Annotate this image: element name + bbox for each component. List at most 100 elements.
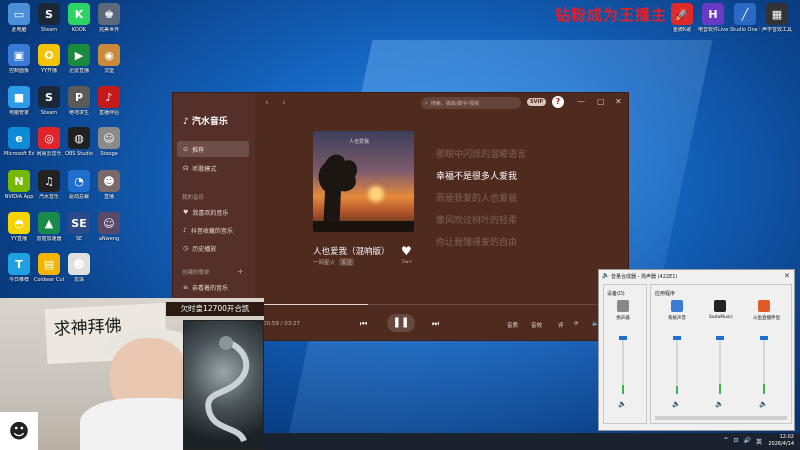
mixer-app: 斗鱼直播伴侣 [753, 300, 780, 321]
desktop-icon[interactable]: S Steam [34, 86, 64, 116]
progress-bar[interactable] [255, 304, 630, 305]
app-icon: ☻ [98, 170, 120, 192]
add-playlist-icon[interactable]: + [237, 267, 244, 276]
desktop-icon-label: 控制面板 [8, 68, 29, 74]
nav-douyin-music[interactable]: ♪ 抖音收藏的音乐 [177, 222, 249, 238]
nav-liked-music[interactable]: ♥ 我喜欢的音乐 [177, 204, 249, 220]
desktop-icon[interactable]: ◔ 驱动总裁 [64, 170, 94, 200]
desktop-icon[interactable]: ▣ 控制面板 [4, 44, 34, 74]
back-arrow-icon[interactable]: ‹ [265, 98, 269, 108]
help-icon[interactable]: ? [552, 96, 564, 108]
desktop-icon-label: 直播伴侣 [98, 110, 119, 116]
album-cover: 人也爱我 [313, 131, 414, 232]
desktop-icon[interactable]: P 绝地求生 [64, 86, 94, 116]
app-icon: ▲ [38, 212, 60, 234]
desktop-icon-label: Studio One 5 [730, 27, 760, 33]
desktop-icon[interactable]: ☺ Stooge [94, 127, 124, 157]
level-meter [676, 386, 678, 394]
loop-icon[interactable]: ⟳ [574, 321, 579, 327]
mixer-title: 音量合成器 - 扬声器 (422E1) [611, 274, 678, 280]
tray-ime-icon[interactable]: 英 [756, 437, 762, 446]
desktop-icon[interactable]: ▭ 此电脑 [4, 3, 34, 33]
app-icon: ╱ [734, 3, 756, 25]
nav-listen-mode[interactable]: ☊ 听歌模式 [177, 160, 249, 176]
search-placeholder: 搜索，歌曲/歌手/视频 [430, 100, 480, 107]
tray-volume-icon[interactable]: 🔊 [744, 437, 751, 446]
desktop-icon[interactable]: ◎ 网易云音乐 [34, 127, 64, 157]
desktop-icon[interactable]: ▤ Coldwar Cut [34, 253, 64, 283]
svip-badge[interactable]: SVIP [527, 98, 546, 106]
prev-icon[interactable]: ⏮ [360, 319, 367, 329]
like-count: 5w+ [402, 260, 413, 265]
desktop-icon[interactable]: ◍ OBS Studio [64, 127, 94, 157]
slider-knob[interactable] [673, 336, 681, 340]
quality-button[interactable]: 音质 [507, 321, 518, 329]
desktop-icon-label: 直播 [103, 194, 114, 200]
mute-speaker-icon[interactable]: 🔈 [715, 400, 724, 408]
desktop-icon[interactable]: ╱ Studio One 5 [730, 3, 760, 33]
maximize-icon[interactable]: ▢ [597, 97, 605, 106]
next-icon[interactable]: ⏭ [432, 319, 439, 329]
desktop-icon[interactable]: ♚ 完美世界 [94, 3, 124, 33]
mute-speaker-icon[interactable]: 🔈 [759, 400, 768, 408]
desktop-icon[interactable]: ☻ 龙珠 [64, 253, 94, 283]
volume-slider[interactable] [716, 336, 724, 394]
desktop-icon[interactable]: T 今日推荐 [4, 253, 34, 283]
desktop-icon-label: KOOK [71, 27, 87, 33]
volume-slider[interactable] [673, 336, 681, 394]
desktop-icon[interactable]: S Steam [34, 3, 64, 33]
desktop-icon[interactable]: ♪ 直播伴侣 [94, 86, 124, 116]
desktop-icon-label: SE [75, 236, 83, 242]
mixer-app-name: SodaMusic [709, 315, 734, 320]
slider-knob[interactable] [619, 336, 627, 340]
desktop-icon-label: 驱动总裁 [68, 194, 89, 200]
nav-playlist[interactable]: ≡ 亲看着的音乐 [177, 279, 249, 295]
mute-speaker-icon[interactable]: 🔈 [618, 400, 627, 408]
desktop-icon[interactable]: ▦ 声学音效工具箱 [762, 3, 792, 33]
desktop-icon[interactable]: ◓ YY直播 [4, 212, 34, 242]
nav-recommend[interactable]: ⊙ 推荐 [177, 141, 249, 157]
slider-knob[interactable] [760, 336, 768, 340]
follow-button[interactable]: 关注 [339, 258, 355, 266]
app-icon [671, 300, 683, 312]
pause-button[interactable]: ❚❚ [387, 314, 415, 332]
desktop-icon[interactable]: ♫ 汽水音乐 [34, 170, 64, 200]
nav-history[interactable]: ◷ 历史播放 [177, 240, 249, 256]
mixer-scrollbar[interactable] [655, 416, 787, 420]
forward-arrow-icon[interactable]: › [282, 98, 286, 108]
desktop-icon-label: Stooge [100, 151, 118, 157]
close-icon[interactable]: ✕ [615, 97, 622, 106]
desktop-icon[interactable]: SE SE [64, 212, 94, 242]
desktop-icon[interactable]: e Microsoft Edge [4, 127, 34, 157]
volume-slider[interactable] [760, 336, 768, 394]
search-input[interactable]: ⌕ 搜索，歌曲/歌手/视频 [421, 97, 521, 109]
desktop-icon[interactable]: N NVIDIA App [4, 170, 34, 200]
desktop-icon-label: Steam [40, 110, 58, 116]
desktop-icon[interactable]: ▲ 雷霆加速器 [34, 212, 64, 242]
slider-knob[interactable] [716, 336, 724, 340]
mute-speaker-icon[interactable]: 🔈 [672, 400, 681, 408]
desktop-icon[interactable]: ☺ aNweng [94, 212, 124, 242]
tray-chevron-icon[interactable]: ^ [723, 437, 728, 446]
clock[interactable]: 12:02 2026/4/14 [768, 434, 794, 448]
sound-effect-button[interactable]: 音效 [531, 321, 542, 329]
desktop-icon[interactable]: H 电音软件Live [698, 3, 728, 33]
desktop-icon[interactable]: ▶ 迅雷直播 [64, 44, 94, 74]
mixer-close-icon[interactable]: ✕ [784, 272, 790, 280]
desktop-icon-label: Steam [40, 27, 58, 33]
artist-name[interactable]: 一间星火 [313, 258, 335, 266]
desktop-icon[interactable]: O YY开播 [34, 44, 64, 74]
app-icon: ◓ [8, 212, 30, 234]
desktop-icon[interactable]: ■ 电脑管家 [4, 86, 34, 116]
comment-icon[interactable]: 评 [558, 321, 564, 329]
volume-slider[interactable] [619, 336, 627, 394]
like-heart-icon[interactable]: ♥ [401, 244, 412, 258]
desktop-icon-label: 迅雷直播 [68, 68, 89, 74]
desktop-icon[interactable]: K KOOK [64, 3, 94, 33]
minimize-icon[interactable]: — [577, 97, 585, 106]
app-icon: e [8, 127, 30, 149]
tray-network-icon[interactable]: ⊡ [733, 437, 738, 446]
desktop-icon[interactable]: ☻ 直播 [94, 170, 124, 200]
desktop-icon[interactable]: 🚀 金牌K歌 [667, 3, 697, 33]
desktop-icon[interactable]: ◉ 汉堡 [94, 44, 124, 74]
